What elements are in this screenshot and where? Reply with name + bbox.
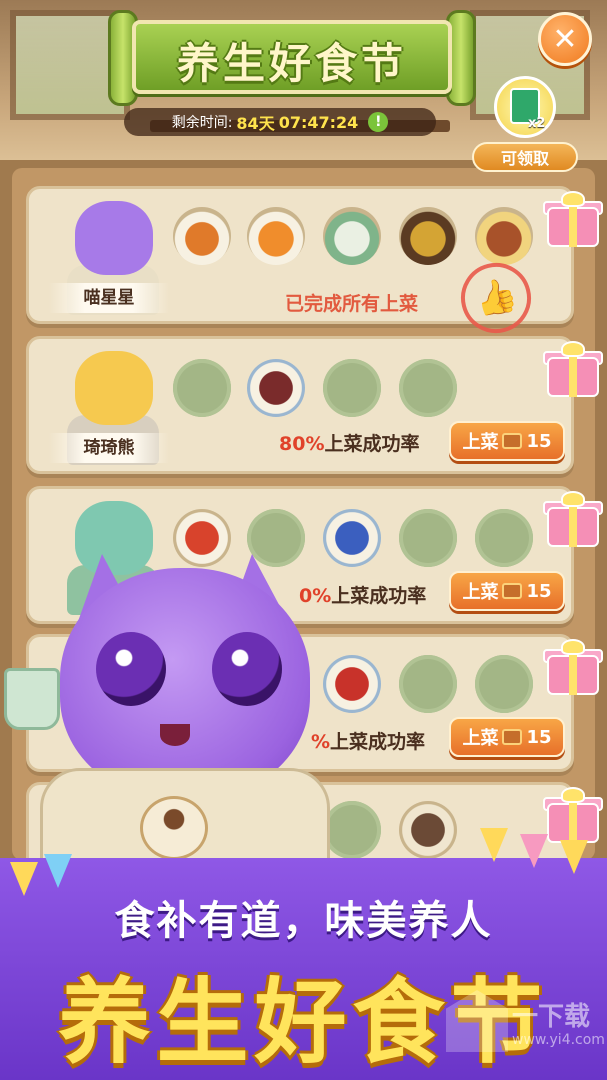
watermark-logo-icon: [446, 990, 508, 1052]
gift-bow: [561, 491, 585, 507]
serve-cost: 15: [526, 726, 552, 748]
chest-icon: [502, 433, 523, 449]
avatar-face: [75, 201, 153, 275]
empty-dish-slot: [247, 509, 305, 567]
gift-ribbon: [569, 207, 577, 247]
close-button[interactable]: ✕: [538, 12, 592, 66]
gift-bow: [561, 787, 585, 803]
guest-row: 0%上菜成功率 上菜 15: [26, 486, 603, 624]
serve-button[interactable]: 上菜 15: [449, 717, 565, 757]
gift-bow: [561, 639, 585, 655]
empty-dish-slot: [399, 655, 457, 713]
flag-decor: [44, 854, 72, 888]
avatar-face: [75, 501, 153, 575]
reward-count: x2: [528, 116, 546, 131]
guest-name: 喵星星: [49, 283, 169, 313]
flag-decor: [520, 834, 548, 868]
guest-avatar-bunny: [37, 497, 167, 617]
dish-icon: [323, 207, 381, 265]
empty-dish-slot: [399, 509, 457, 567]
timer-days: 84天: [236, 114, 275, 133]
serve-button[interactable]: 上菜 15: [449, 571, 565, 611]
gift-ribbon: [569, 507, 577, 547]
success-rate-value: %: [311, 731, 331, 753]
gift-box-icon[interactable]: [543, 639, 603, 695]
reward-claim[interactable]: x2 可领取: [472, 76, 578, 176]
remaining-time: 剩余时间: 84天 07:47:24 !: [124, 108, 436, 136]
serve-label: 上菜: [462, 728, 499, 749]
timer-label: 剩余时间:: [171, 115, 233, 131]
dish-icon: [399, 207, 457, 265]
dish-icon: [323, 509, 381, 567]
info-alert-icon[interactable]: !: [368, 112, 389, 132]
claim-button[interactable]: 可领取: [472, 142, 578, 172]
gift-bow: [561, 341, 585, 357]
guest-row: %上菜成功率 上菜 15: [26, 634, 603, 772]
all-served-text: 已完成所有上菜: [285, 293, 419, 315]
serve-cost: 15: [526, 580, 552, 602]
success-rate: %上菜成功率: [311, 727, 425, 754]
serve-cost: 15: [526, 430, 552, 452]
timer-time: 07:47:24: [278, 112, 359, 132]
success-rate-value: 0%: [299, 585, 332, 607]
success-rate: 0%上菜成功率: [299, 581, 426, 608]
event-title: 养生好食节: [176, 39, 407, 88]
success-rate: 80%上菜成功率: [279, 429, 420, 456]
empty-dish-slot: [323, 359, 381, 417]
serve-button[interactable]: 上菜 15: [449, 421, 565, 461]
dish-icon: [475, 207, 533, 265]
success-rate-label: 上菜成功率: [330, 731, 426, 753]
gift-box-icon[interactable]: [543, 191, 603, 247]
success-rate-value: 80%: [279, 433, 325, 455]
avatar-face: [75, 351, 153, 425]
dish-icon: [247, 207, 305, 265]
empty-dish-slot: [399, 359, 457, 417]
dish-icon: [247, 359, 305, 417]
gift-box-icon[interactable]: [543, 491, 603, 547]
guest-row: 喵星星 已完成所有上菜 👍: [26, 186, 603, 341]
flag-decor: [480, 828, 508, 862]
serve-label: 上菜: [462, 582, 499, 603]
serve-label: 上菜: [462, 432, 499, 453]
gift-ribbon: [569, 357, 577, 397]
promo-slogan: 食补有道，味美养人: [114, 898, 493, 944]
gift-bow: [561, 191, 585, 207]
dish-icon: [173, 207, 231, 265]
dish-icon: [173, 509, 231, 567]
empty-dish-slot: [475, 509, 533, 567]
empty-dish-slot: [475, 655, 533, 713]
success-rate-label: 上菜成功率: [331, 585, 427, 607]
watermark: 一下载 www.yi4.com: [446, 990, 605, 1070]
success-rate-label: 上菜成功率: [324, 433, 420, 455]
gift-box-icon[interactable]: [543, 341, 603, 397]
gift-ribbon: [569, 655, 577, 695]
watermark-brand: 一下载: [512, 1002, 591, 1032]
watermark-url: www.yi4.com: [512, 1032, 605, 1048]
chest-icon: [502, 729, 523, 745]
flag-decor: [560, 840, 588, 874]
bunting-flags: [0, 818, 607, 896]
title-banner: 养生好食节: [108, 10, 476, 106]
guest-row: 琦琦熊 80%上菜成功率 上菜 15: [26, 336, 603, 474]
chest-icon: [502, 583, 523, 599]
guest-name: 琦琦熊: [49, 433, 169, 463]
empty-dish-slot: [173, 359, 231, 417]
dish-icon: [323, 655, 381, 713]
